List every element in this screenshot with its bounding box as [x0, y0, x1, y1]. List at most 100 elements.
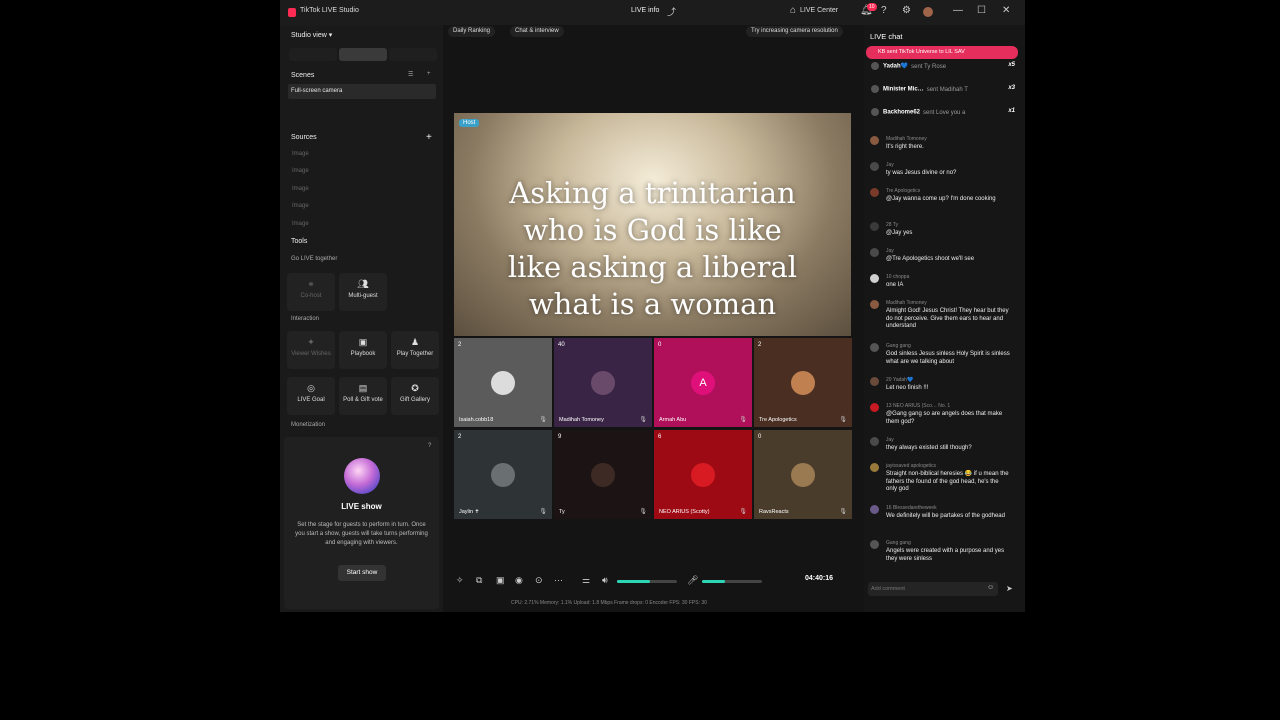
- more-icon[interactable]: ⋯: [554, 575, 563, 586]
- source-item[interactable]: Image: [292, 151, 309, 157]
- chat-text: @Gang gang so are angels does that make …: [886, 411, 1003, 425]
- live-center-button[interactable]: LIVE Center: [800, 7, 838, 14]
- chat-username[interactable]: 13 NEO ARIUS (Sco… No. 1: [886, 403, 950, 409]
- screen-icon[interactable]: ▣: [496, 575, 505, 586]
- gift-multiplier: x5: [1008, 62, 1015, 68]
- chat-username[interactable]: Tre Apologetics: [886, 188, 920, 194]
- help-icon[interactable]: ?: [881, 5, 887, 16]
- start-show-button[interactable]: Start show: [338, 565, 386, 581]
- close-icon[interactable]: ✕: [1002, 5, 1010, 16]
- maximize-icon[interactable]: ☐: [977, 5, 986, 16]
- chat-username[interactable]: Jay: [886, 437, 894, 443]
- studio-view-dropdown[interactable]: Studio view ▾: [291, 31, 332, 39]
- share-icon[interactable]: ⤴: [667, 5, 676, 18]
- gift-text: sent Ty Rose: [911, 63, 947, 70]
- viewer-count: 9: [558, 434, 562, 440]
- scene-item[interactable]: Full-screen camera: [288, 84, 436, 99]
- chat-username[interactable]: Madihah Tomoney: [886, 136, 927, 142]
- chat-username[interactable]: 20 Yadah💙: [886, 377, 913, 383]
- source-item[interactable]: Image: [292, 221, 309, 227]
- guest-tile[interactable]: 6 NEO ARIUS (Scotty) 🎙︎: [654, 430, 752, 519]
- viewer-count: 2: [458, 434, 462, 440]
- chat-username[interactable]: Gang gang: [886, 343, 911, 349]
- gear-icon[interactable]: ⚙: [902, 5, 911, 16]
- avatar: [870, 136, 879, 145]
- mic-icon[interactable]: 🎙︎: [739, 508, 747, 515]
- chat-username[interactable]: Jay: [886, 162, 894, 168]
- mic-icon[interactable]: 🎙︎: [539, 508, 547, 515]
- mic-icon[interactable]: 🎙︎: [739, 416, 747, 423]
- avatar: [871, 85, 879, 93]
- mic-icon[interactable]: 🎙︎: [539, 416, 547, 423]
- chat-username[interactable]: jayissaved apologetics: [886, 463, 936, 469]
- chat-username[interactable]: 16 Blessedaretheweek: [886, 505, 937, 511]
- layout-icon[interactable]: ⧉: [476, 575, 482, 586]
- camera-tip-pill[interactable]: Try increasing camera resolution: [746, 26, 843, 37]
- send-icon[interactable]: ➤: [1006, 584, 1013, 593]
- chat-username[interactable]: Madihah Tomoney: [886, 300, 927, 306]
- source-item[interactable]: Image: [292, 168, 309, 174]
- speaker-volume-slider[interactable]: [617, 580, 677, 583]
- chat-username[interactable]: Jay: [886, 248, 894, 254]
- gift-gallery-button[interactable]: ✪ Gift Gallery: [391, 377, 439, 415]
- avatar[interactable]: [923, 7, 933, 17]
- chat-username[interactable]: 10 choppa: [886, 274, 909, 280]
- poll-gift-vote-button[interactable]: ▤ Poll & Gift vote: [339, 377, 387, 415]
- emoji-icon[interactable]: ☺: [987, 584, 994, 591]
- mic-icon[interactable]: 🎙︎: [639, 508, 647, 515]
- title-bar: TikTok LIVE Studio LIVE info ⤴ ⌂ LIVE Ce…: [280, 0, 1025, 25]
- gift-sender: Backhome62: [883, 109, 921, 116]
- guest-tile[interactable]: 2 Tre Apologetics 🎙︎: [754, 338, 852, 427]
- avatar: [491, 371, 515, 395]
- add-source-icon[interactable]: +: [426, 132, 432, 143]
- gift-row: Backhome62 sent Love you a x1: [871, 108, 1021, 120]
- bottom-toolbar: ✧ ⧉ ▣ ◉ ⊙ ⋯ ⚌ 🔊︎ 🎤︎ 04:40:16: [448, 570, 855, 592]
- source-item[interactable]: Image: [292, 186, 309, 192]
- capture-icon[interactable]: ⊙: [535, 575, 543, 586]
- guest-tile[interactable]: 40 Madihah Tomoney 🎙︎: [554, 338, 652, 427]
- performance-stats: CPU: 2.71% Memory: 1.1% Upload: 1.8 Mbps…: [511, 600, 707, 606]
- live-info-title[interactable]: LIVE info: [631, 7, 659, 14]
- chat-interview-pill[interactable]: Chat & interview: [510, 26, 564, 37]
- co-host-button[interactable]: ⚭ Co-host: [287, 273, 335, 311]
- chat-username[interactable]: 28 Ty: [886, 222, 898, 228]
- multi-guest-button[interactable]: 👥︎ Multi-guest: [339, 273, 387, 311]
- chat-text: one IA: [886, 282, 904, 288]
- live-goal-button[interactable]: ◎ LIVE Goal: [287, 377, 335, 415]
- mic-volume-slider[interactable]: [702, 580, 762, 583]
- play-together-button[interactable]: ♟ Play Together: [391, 331, 439, 369]
- comment-input[interactable]: Add comment: [868, 582, 998, 596]
- mic-icon[interactable]: 🎤︎: [687, 575, 698, 586]
- viewer-wishes-button[interactable]: ✦ Viewer Wishes: [287, 331, 335, 369]
- minimize-icon[interactable]: —: [953, 5, 963, 16]
- mic-icon[interactable]: 🎙︎: [839, 508, 847, 515]
- speaker-icon[interactable]: 🔊︎: [602, 575, 608, 586]
- settings-sliders-icon[interactable]: ⚌: [582, 575, 590, 586]
- mic-icon[interactable]: 🎙︎: [839, 416, 847, 423]
- daily-ranking-pill[interactable]: Daily Ranking: [448, 26, 496, 37]
- source-item[interactable]: Image: [292, 203, 309, 209]
- guest-tile[interactable]: 9 Ty 🎙︎: [554, 430, 652, 519]
- add-scene-icon[interactable]: +: [427, 71, 431, 77]
- chat-username[interactable]: Gang gang: [886, 540, 911, 546]
- effects-icon[interactable]: ✧: [456, 575, 464, 586]
- guest-name: Jaylin ✝: [459, 509, 480, 515]
- list-icon[interactable]: ☰: [408, 71, 413, 78]
- landscape-view-toggle[interactable]: [339, 48, 387, 61]
- live-timer: 04:40:16: [805, 575, 834, 582]
- playbook-button[interactable]: ▣ Playbook: [339, 331, 387, 369]
- portrait-view-toggle[interactable]: [289, 48, 337, 61]
- guest-tile[interactable]: 2 Jaylin ✝ 🎙︎: [454, 430, 552, 519]
- chat-text: Let neo finish !!!: [886, 385, 929, 391]
- guest-tile[interactable]: 0 A Armah Abu 🎙︎: [654, 338, 752, 427]
- gift-text: sent Love you a: [923, 109, 966, 116]
- mic-icon[interactable]: 🎙︎: [639, 416, 647, 423]
- chat-text: Almight God! Jesus Christ! They hear but…: [886, 308, 1009, 329]
- guest-tile[interactable]: 2 Isaiah.cobb18 🎙︎: [454, 338, 552, 427]
- split-view-toggle[interactable]: [389, 48, 437, 61]
- guest-tile[interactable]: 0 RavsReacts 🎙︎: [754, 430, 852, 519]
- record-icon[interactable]: ◉: [515, 575, 523, 586]
- poll-icon: ▤: [358, 383, 368, 393]
- gift-multiplier: x3: [1008, 85, 1015, 91]
- help-icon[interactable]: ?: [428, 443, 431, 449]
